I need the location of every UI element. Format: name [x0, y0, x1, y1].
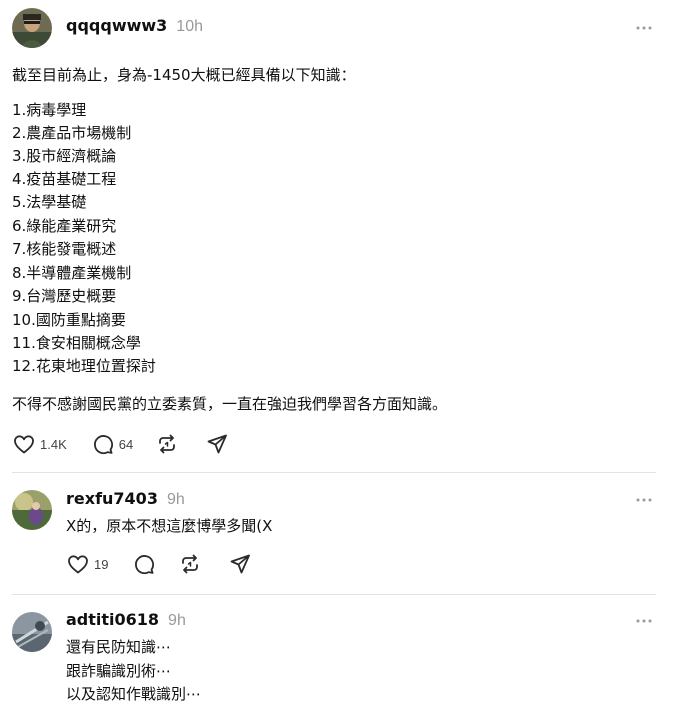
post-actions: 1.4K 64 [12, 432, 229, 456]
share-icon [228, 552, 252, 576]
list-item: 4.疫苗基礎工程 [12, 170, 117, 188]
more-options-icon[interactable] [634, 18, 654, 38]
list-item: 10.國防重點摘要 [12, 311, 126, 329]
reply-button[interactable]: 64 [91, 432, 133, 456]
share-button[interactable] [228, 552, 252, 576]
like-count: 1.4K [40, 436, 67, 452]
reply-text-line: 以及認知作戰識別⋯ [66, 685, 202, 703]
list-item: 6.綠能產業研究 [12, 217, 117, 235]
comment-icon [91, 432, 115, 456]
more-options-icon[interactable] [634, 490, 654, 510]
reply-text-line: 跟詐騙識別術⋯ [66, 662, 172, 680]
username[interactable]: rexfu7403 [66, 489, 158, 508]
like-button[interactable]: 19 [66, 552, 108, 576]
username[interactable]: adtiti0618 [66, 610, 159, 629]
timestamp[interactable]: 10h [176, 18, 203, 36]
post-header: qqqqwww3 10h [66, 16, 203, 36]
list-item: 9.台灣歷史概要 [12, 287, 117, 305]
share-icon [205, 432, 229, 456]
reply-button[interactable] [132, 552, 156, 576]
like-button[interactable]: 1.4K [12, 432, 67, 456]
post-outro: 不得不感謝國民黨的立委素質，一直在強迫我們學習各方面知識。 [12, 395, 448, 413]
heart-icon [66, 552, 90, 576]
avatar[interactable] [12, 8, 52, 48]
more-options-icon[interactable] [634, 611, 654, 631]
repost-button[interactable] [178, 552, 202, 576]
like-count: 19 [94, 556, 109, 572]
list-item: 5.法學基礎 [12, 193, 87, 211]
post-actions: 19 [66, 552, 252, 576]
list-item: 8.半導體產業機制 [12, 264, 132, 282]
reply-text-line: 還有民防知識⋯ [66, 638, 172, 656]
list-item: 2.農產品市場機制 [12, 124, 132, 142]
repost-icon [155, 432, 179, 456]
list-item: 1.病毒學理 [12, 101, 87, 119]
main-post: qqqqwww3 10h 截至目前為止，身為-1450大概已經具備以下知識： 1… [0, 0, 674, 470]
reply-text: X的，原本不想這麼博學多聞(X [66, 517, 273, 535]
list-item: 11.食安相關概念學 [12, 334, 141, 352]
avatar[interactable] [12, 490, 52, 530]
list-item: 12.花東地理位置探討 [12, 357, 156, 375]
reply-post: adtiti0618 9h 還有民防知識⋯ 跟詐騙識別術⋯ 以及認知作戰識別⋯ [0, 595, 674, 712]
post-header: adtiti0618 9h [66, 610, 186, 630]
heart-icon [12, 432, 36, 456]
repost-icon [178, 552, 202, 576]
timestamp[interactable]: 9h [168, 612, 186, 630]
list-item: 7.核能發電概述 [12, 240, 117, 258]
timestamp[interactable]: 9h [167, 491, 185, 509]
share-button[interactable] [205, 432, 229, 456]
avatar[interactable] [12, 612, 52, 652]
post-header: rexfu7403 9h [66, 489, 185, 509]
username[interactable]: qqqqwww3 [66, 16, 167, 35]
repost-button[interactable] [155, 432, 179, 456]
comment-icon [132, 552, 156, 576]
post-intro: 截至目前為止，身為-1450大概已經具備以下知識： [12, 66, 356, 84]
reply-count: 64 [118, 436, 134, 452]
list-item: 3.股市經濟概論 [12, 147, 117, 165]
reply-post: rexfu7403 9h X的，原本不想這麼博學多聞(X 19 [0, 473, 674, 593]
